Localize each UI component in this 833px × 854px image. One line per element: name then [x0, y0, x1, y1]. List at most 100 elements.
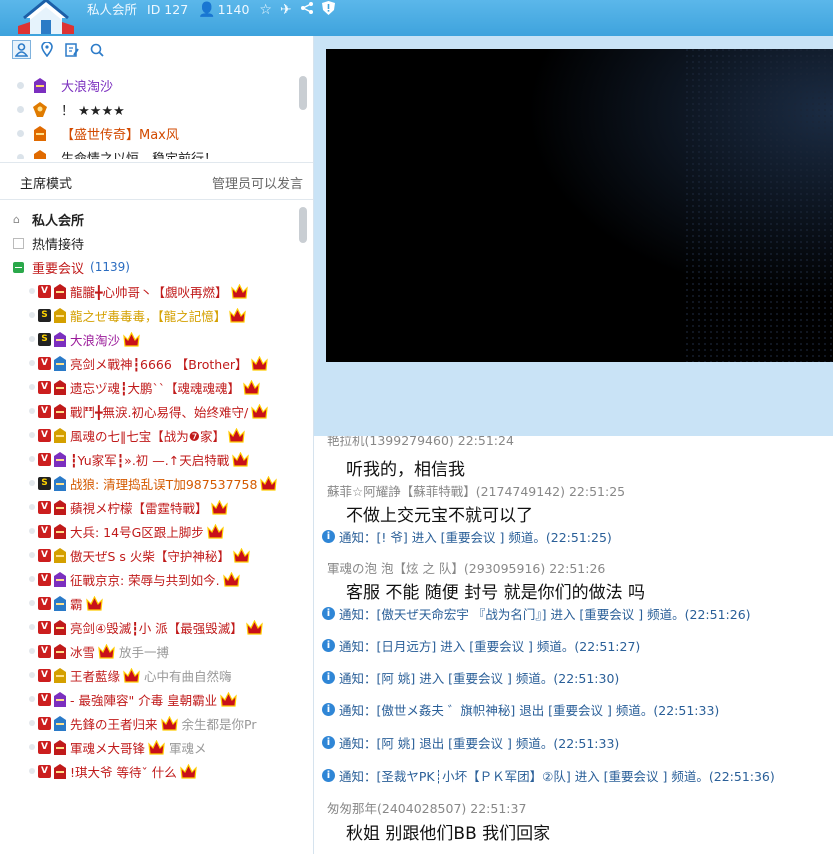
member-name: 霸 — [70, 596, 83, 612]
member-row[interactable]: V - 最強陣容" 介毒 皇朝霸业 — [0, 687, 300, 711]
online-user-list: 大浪淘沙 ！ ★★★★ 【盛世传奇】Max风 生命情之以恒，稳定前行！ — [0, 73, 300, 159]
chat-sender[interactable]: 蘇菲☆阿耀諍【蘇菲特戰】(2174749142) 22:51:25 — [327, 481, 625, 500]
rank-icon — [54, 667, 66, 683]
member-row[interactable]: V !琪大爷 等待ˇ 什么 — [0, 759, 300, 783]
chat-notice: i 通知：[! 爷] 进入 [重要会议 ] 频道。(22:51:25) — [322, 527, 612, 546]
chat-sender[interactable]: 匆匆那年(2404028507) 22:51:37 — [327, 798, 526, 817]
member-row[interactable]: V 戰鬥╋無淚.初心易得、始终难守/ — [0, 399, 300, 423]
location-tab-icon[interactable] — [37, 40, 56, 59]
shield-icon[interactable] — [321, 0, 335, 20]
member-count: (1139) — [90, 260, 130, 274]
crown-icon — [179, 763, 197, 779]
member-row[interactable]: S 战狼: 清理捣乱误T加987537758 — [0, 471, 300, 495]
user-name: ！ ★★★★ — [61, 103, 125, 119]
crown-icon — [260, 475, 278, 491]
info-icon: i — [322, 639, 335, 652]
plane-icon[interactable]: ✈ — [280, 1, 292, 19]
vip-badge-icon: V — [38, 524, 51, 538]
vip-badge-icon: V — [38, 428, 51, 442]
member-row[interactable]: V 冰雪 放手一搏 — [0, 639, 300, 663]
rank-icon — [54, 331, 66, 347]
member-row[interactable]: V 王者藍缘 心中有曲自然嗨 — [0, 663, 300, 687]
member-row[interactable]: V 征戰京京: 荣辱与共到如今. — [0, 567, 300, 591]
mode-hint: 管理员可以发言 — [211, 177, 303, 192]
vip-badge-icon: V — [38, 692, 51, 706]
member-row[interactable]: V ┇Yu家军┇».初 —.↑天启特戰 — [0, 447, 300, 471]
member-name: 大浪淘沙 — [70, 332, 121, 348]
list-item[interactable]: 生命情之以恒，稳定前行！ — [0, 145, 300, 159]
star-icon[interactable]: ☆ — [259, 1, 272, 19]
rank-icon — [54, 499, 66, 515]
status-dot — [17, 81, 24, 89]
member-name: 蘋視メ柠檬【雷霆特戰】 — [70, 500, 208, 516]
info-icon: i — [322, 671, 335, 684]
mode-label[interactable]: 主席模式 — [20, 173, 72, 192]
rank-medal-icon — [34, 77, 46, 93]
status-dot — [29, 504, 35, 510]
member-row[interactable]: V 傲天ぜS s 火柴【守护神秘】 — [0, 543, 300, 567]
search-tab-icon[interactable] — [87, 40, 106, 59]
member-signature: 軍魂メ — [169, 740, 207, 756]
list-item[interactable]: ！ ★★★★ — [0, 97, 300, 121]
share-icon[interactable] — [300, 1, 314, 20]
member-row[interactable]: V 龍朧╋心帅哥丶【覷吙再燃】 — [0, 279, 300, 303]
video-frame — [326, 49, 833, 362]
rank-icon — [54, 307, 66, 323]
vip-badge-icon: V — [38, 404, 51, 418]
info-icon: i — [322, 703, 335, 716]
member-row[interactable]: S 大浪淘沙 — [0, 327, 300, 351]
crown-icon — [229, 307, 247, 323]
vip-badge-icon: V — [38, 500, 51, 514]
notice-text: 通知：[傲世メ姦夫 ゛旗帜神秘] 退出 [重要会议 ] 频道。(22:51:33… — [339, 703, 720, 718]
member-row[interactable]: V霸 — [0, 591, 300, 615]
crown-icon — [210, 499, 228, 515]
tree-node-root[interactable]: ⌂ 私人会所 — [0, 207, 300, 231]
member-name: 亮剑メ戰神┇6666 【Brother】 — [70, 356, 248, 372]
list-item[interactable]: 【盛世传奇】Max风 — [0, 121, 300, 145]
info-icon: i — [322, 607, 335, 620]
member-signature: 心中有曲自然嗨 — [144, 668, 232, 684]
rank-icon — [54, 379, 66, 395]
member-name: 傲天ぜS s 火柴【守护神秘】 — [70, 548, 230, 564]
chat-message: 不做上交元宝不就可以了 — [346, 506, 533, 526]
member-row[interactable]: V 軍魂メ大哥锋 軍魂メ — [0, 735, 300, 759]
member-row[interactable]: V 亮剑メ戰神┇6666 【Brother】 — [0, 351, 300, 375]
member-name: 龍朧╋心帅哥丶【覷吙再燃】 — [70, 284, 228, 300]
room-info: 私人会所 ID 127 👤 1140 ☆ ✈ — [87, 0, 343, 20]
tree-scrollbar[interactable] — [299, 207, 307, 243]
status-dot — [29, 624, 35, 630]
edit-tab-icon[interactable] — [62, 40, 81, 59]
status-dot — [29, 576, 35, 582]
expanded-icon[interactable] — [13, 261, 24, 273]
member-name: !琪大爷 等待ˇ 什么 — [70, 764, 177, 780]
member-row[interactable]: V 遗忘ヅ魂┇大鹏``【魂魂魂魂】 — [0, 375, 300, 399]
info-icon: i — [322, 769, 335, 782]
left-tabs — [12, 40, 106, 59]
right-panel: 艳拉机(1399279460) 22:51:24 听我的，相信我 蘇菲☆阿耀諍【… — [314, 36, 833, 854]
chat-sender[interactable]: 軍魂の泡 泡【炫 之 队】(293095916) 22:51:26 — [327, 558, 605, 577]
collapsed-icon[interactable] — [13, 237, 24, 249]
chat-sender[interactable]: 艳拉机(1399279460) 22:51:24 — [327, 436, 514, 449]
member-row[interactable]: V 大兵: 14号G区跟上脚步 — [0, 519, 300, 543]
status-dot — [29, 432, 35, 438]
member-row[interactable]: V 蘋視メ柠檬【雷霆特戰】 — [0, 495, 300, 519]
member-row[interactable]: S 龍之ぜ毒毒毒，【龍之記憶】 — [0, 303, 300, 327]
member-name: 王者藍缘 — [70, 668, 121, 684]
member-row[interactable]: V 先鋒の王者归来 余生都是你Pr — [0, 711, 300, 735]
user-tab-icon[interactable] — [12, 40, 31, 59]
member-row[interactable]: V 風魂の七‖七宝【战为❼家】 — [0, 423, 300, 447]
user-list-scrollbar[interactable] — [299, 76, 307, 110]
member-list: V 龍朧╋心帅哥丶【覷吙再燃】 S 龍之ぜ毒毒毒，【龍之記憶】 S 大浪淘沙 V 亮剑メ戰神┇… — [0, 279, 300, 783]
member-name: 風魂の七‖七宝【战为❼家】 — [70, 428, 225, 444]
tree-node-label: 重要会议 — [32, 261, 85, 277]
list-item[interactable]: 大浪淘沙 — [0, 73, 300, 97]
tree-node-reception[interactable]: 热情接待 — [0, 231, 300, 255]
rank-icon — [54, 427, 66, 443]
video-player[interactable] — [326, 49, 833, 362]
chat-notice: i 通知：[傲世メ姦夫 ゛旗帜神秘] 退出 [重要会议 ] 频道。(22:51:… — [322, 700, 719, 719]
member-name: 軍魂メ大哥锋 — [70, 740, 146, 756]
tree-node-meeting[interactable]: 重要会议 (1139) — [0, 255, 300, 279]
rank-icon — [54, 547, 66, 563]
member-row[interactable]: V 亮剑④毁滅┇小 派【最强毁滅】 — [0, 615, 300, 639]
vip-badge-icon: V — [38, 284, 51, 298]
